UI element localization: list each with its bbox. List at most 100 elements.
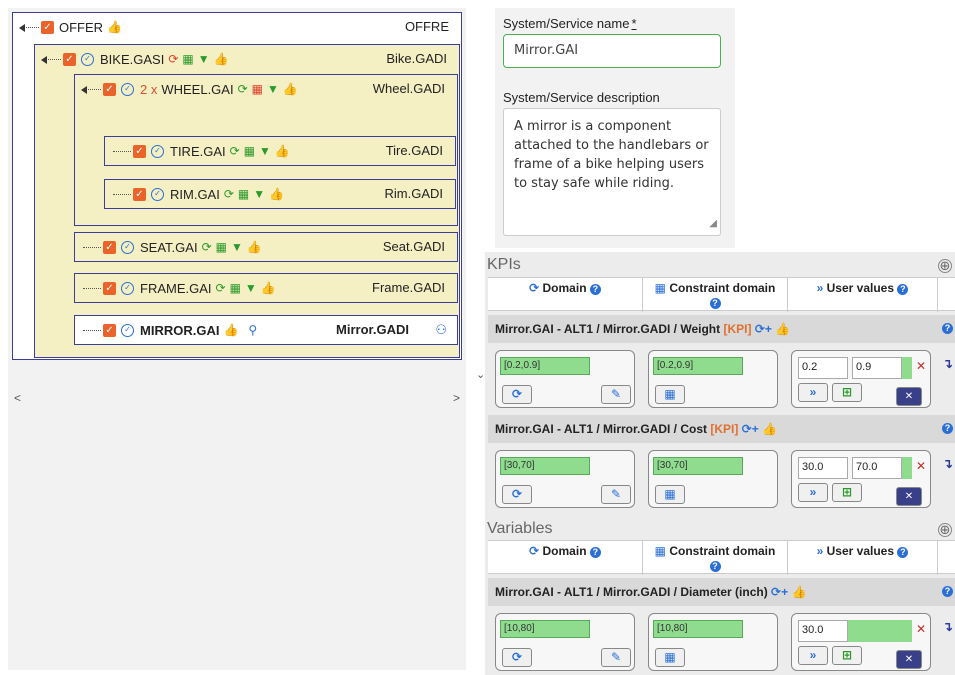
checkbox-icon[interactable]: ✓: [133, 144, 146, 158]
calculator-icon[interactable]: ▦: [252, 83, 263, 95]
thumbs-up-icon[interactable]: 👍: [775, 322, 790, 336]
delete-button[interactable]: ✕: [896, 487, 922, 506]
scroll-right-icon[interactable]: >: [453, 391, 460, 405]
filter-icon[interactable]: ▼: [253, 188, 265, 200]
domain-field[interactable]: [30,70]: [500, 457, 590, 475]
clear-icon[interactable]: ✕: [916, 622, 926, 636]
thumbs-up-icon[interactable]: 👍: [247, 241, 262, 253]
apply-values-button[interactable]: »: [798, 646, 828, 665]
calculator-button[interactable]: ▦: [655, 485, 685, 504]
refresh-icon[interactable]: ⟳: [216, 282, 226, 294]
variables-toggle-icon[interactable]: ⊕: [938, 523, 952, 537]
calculator-icon[interactable]: ▦: [182, 53, 193, 65]
tree-node-frame[interactable]: ✓ ✓ FRAME.GAI ⟳ ▦ ▼ 👍 Frame.GADI: [74, 273, 458, 303]
delete-button[interactable]: ✕: [896, 650, 922, 669]
thumbs-up-icon[interactable]: 👍: [107, 21, 122, 33]
checkbox-icon[interactable]: ✓: [133, 187, 146, 201]
search-icon[interactable]: ⚲: [248, 324, 257, 336]
more-arrow-icon[interactable]: ↴: [942, 456, 953, 472]
calculator-icon[interactable]: ▦: [230, 282, 241, 294]
add-value-button[interactable]: ⊞: [832, 383, 862, 402]
clear-icon[interactable]: ✕: [916, 459, 926, 473]
thumbs-up-icon[interactable]: 👍: [214, 53, 229, 65]
filter-icon[interactable]: ▼: [198, 53, 210, 65]
user-max-input[interactable]: 0.9: [852, 357, 902, 379]
user-max-input[interactable]: 70.0: [852, 457, 902, 479]
checkbox-icon[interactable]: ✓: [103, 281, 116, 295]
filter-icon[interactable]: ▼: [245, 282, 257, 294]
checkbox-icon[interactable]: ✓: [103, 82, 116, 96]
more-arrow-icon[interactable]: ↴: [942, 619, 953, 635]
thumbs-up-icon[interactable]: 👍: [283, 83, 298, 95]
edit-domain-button[interactable]: ✎: [601, 485, 631, 504]
refresh-icon[interactable]: ⟳: [238, 83, 248, 95]
add-icon[interactable]: ⟳+: [771, 585, 788, 599]
expand-arrow-icon[interactable]: [81, 85, 101, 94]
calculator-button[interactable]: ▦: [655, 648, 685, 667]
help-icon[interactable]: ?: [589, 547, 601, 558]
filter-icon[interactable]: ▼: [259, 145, 271, 157]
resize-handle-icon[interactable]: ◢: [709, 214, 717, 233]
tree-node-tire[interactable]: ✓ ✓ TIRE.GAI ⟳ ▦ ▼ 👍 Tire.GADI: [104, 136, 456, 166]
hierarchy-icon[interactable]: ⚇: [435, 316, 447, 344]
help-icon[interactable]: ?: [942, 586, 953, 597]
system-name-input[interactable]: Mirror.GAI: [503, 34, 721, 68]
calculator-icon[interactable]: ▦: [244, 145, 255, 157]
edit-domain-button[interactable]: ✎: [601, 648, 631, 667]
more-arrow-icon[interactable]: ↴: [942, 356, 953, 372]
scroll-down-icon[interactable]: ⌄: [476, 368, 485, 381]
refresh-icon[interactable]: ⟳: [168, 53, 178, 65]
checkbox-icon[interactable]: ✓: [63, 52, 76, 66]
apply-values-button[interactable]: »: [798, 383, 828, 402]
thumbs-up-icon[interactable]: 👍: [269, 188, 284, 200]
tree-node-mirror[interactable]: ✓ ✓ MIRROR.GAI 👍 ⚲ Mirror.GADI ⚇: [74, 315, 458, 345]
help-icon[interactable]: ?: [897, 284, 909, 295]
add-value-button[interactable]: ⊞: [832, 646, 862, 665]
add-value-button[interactable]: ⊞: [832, 483, 862, 502]
thumbs-up-icon[interactable]: 👍: [261, 282, 276, 294]
expand-arrow-icon[interactable]: [41, 55, 61, 64]
user-min-input[interactable]: 0.2: [798, 357, 848, 379]
scroll-left-icon[interactable]: <: [14, 391, 21, 405]
reset-domain-button[interactable]: ⟳: [502, 385, 532, 404]
thumbs-up-icon[interactable]: 👍: [762, 422, 777, 436]
calculator-button[interactable]: ▦: [655, 385, 685, 404]
horizontal-scrollbar[interactable]: < >: [14, 391, 460, 405]
system-description-textarea[interactable]: A mirror is a component attached to the …: [503, 108, 721, 236]
apply-values-button[interactable]: »: [798, 483, 828, 502]
clear-icon[interactable]: ✕: [916, 359, 926, 373]
reset-domain-button[interactable]: ⟳: [502, 648, 532, 667]
help-icon[interactable]: ?: [942, 423, 953, 434]
domain-field[interactable]: [0.2,0.9]: [500, 357, 590, 375]
refresh-icon[interactable]: ⟳: [224, 188, 234, 200]
help-icon[interactable]: ?: [942, 323, 953, 334]
checkbox-icon[interactable]: ✓: [41, 20, 54, 34]
filter-icon[interactable]: ▼: [267, 83, 279, 95]
checkbox-icon[interactable]: ✓: [103, 240, 116, 254]
tree-node-rim[interactable]: ✓ ✓ RIM.GAI ⟳ ▦ ▼ 👍 Rim.GADI: [104, 179, 456, 209]
user-min-input[interactable]: 30.0: [798, 457, 848, 479]
checkbox-icon[interactable]: ✓: [103, 323, 116, 337]
thumbs-up-icon[interactable]: 👍: [275, 145, 290, 157]
tree-node-seat[interactable]: ✓ ✓ SEAT.GAI ⟳ ▦ ▼ 👍 Seat.GADI: [74, 232, 458, 262]
kpis-toggle-icon[interactable]: ⊕: [938, 259, 952, 273]
refresh-icon[interactable]: ⟳: [230, 145, 240, 157]
domain-field[interactable]: [10,80]: [500, 620, 590, 638]
help-icon[interactable]: ?: [897, 547, 909, 558]
expand-arrow-icon[interactable]: [19, 23, 39, 32]
refresh-icon[interactable]: ⟳: [202, 241, 212, 253]
help-icon[interactable]: ?: [709, 561, 721, 572]
calculator-icon[interactable]: ▦: [216, 241, 227, 253]
thumbs-up-icon[interactable]: 👍: [791, 585, 806, 599]
add-icon[interactable]: ⟳+: [755, 322, 772, 336]
user-value-input[interactable]: 30.0: [798, 620, 848, 642]
calculator-icon[interactable]: ▦: [238, 188, 249, 200]
add-icon[interactable]: ⟳+: [742, 422, 759, 436]
delete-button[interactable]: ✕: [896, 387, 922, 406]
edit-domain-button[interactable]: ✎: [601, 385, 631, 404]
help-icon[interactable]: ?: [709, 298, 721, 309]
help-icon[interactable]: ?: [589, 284, 601, 295]
filter-icon[interactable]: ▼: [231, 241, 243, 253]
thumbs-up-icon[interactable]: 👍: [223, 324, 238, 336]
reset-domain-button[interactable]: ⟳: [502, 485, 532, 504]
